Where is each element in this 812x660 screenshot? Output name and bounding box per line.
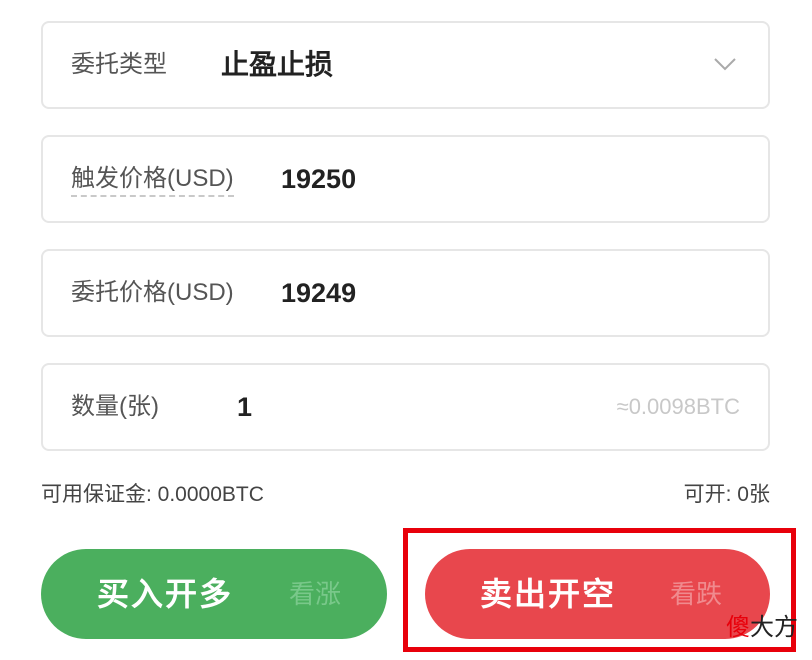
sell-short-sublabel: 看跌 bbox=[670, 579, 723, 609]
quantity-btc-estimate: ≈0.0098BTC bbox=[616, 394, 740, 419]
order-price-label: 委托价格(USD) bbox=[71, 279, 234, 306]
order-type-select[interactable]: 委托类型 止盈止损 bbox=[41, 21, 770, 109]
buy-long-sublabel: 看涨 bbox=[289, 579, 342, 609]
watermark: 傻大方 bbox=[726, 607, 798, 642]
sell-short-label: 卖出开空 bbox=[480, 576, 617, 612]
trigger-price-label-text: 触发价格(USD) bbox=[71, 158, 234, 197]
quantity-input[interactable]: 1 bbox=[237, 365, 252, 449]
trigger-price-field[interactable]: 触发价格(USD) 19250 bbox=[41, 135, 770, 223]
available-margin: 可用保证金: 0.0000BTC bbox=[41, 483, 264, 506]
watermark-text: 大方 bbox=[750, 614, 798, 641]
trigger-price-input[interactable]: 19250 bbox=[281, 137, 356, 221]
chevron-down-icon[interactable] bbox=[714, 57, 736, 71]
buy-long-button[interactable]: 买入开多 看涨 bbox=[41, 549, 387, 639]
quantity-field[interactable]: 数量(张) 1 ≈0.0098BTC bbox=[41, 363, 770, 451]
order-price-input[interactable]: 19249 bbox=[281, 251, 356, 335]
can-open-amount: 可开: 0张 bbox=[683, 483, 770, 506]
order-form: 委托类型 止盈止损 触发价格(USD) 19250 委托价格(USD) 1924… bbox=[0, 0, 812, 660]
watermark-accent: 傻 bbox=[726, 614, 750, 641]
margin-info-row: 可用保证金: 0.0000BTC 可开: 0张 bbox=[41, 478, 770, 508]
quantity-label: 数量(张) bbox=[71, 393, 159, 420]
sell-short-button[interactable]: 卖出开空 看跌 bbox=[425, 549, 770, 639]
order-type-label: 委托类型 bbox=[71, 51, 167, 78]
order-price-field[interactable]: 委托价格(USD) 19249 bbox=[41, 249, 770, 337]
trigger-price-label: 触发价格(USD) bbox=[71, 137, 234, 221]
order-type-value: 止盈止损 bbox=[221, 49, 334, 80]
buy-long-label: 买入开多 bbox=[97, 576, 234, 612]
